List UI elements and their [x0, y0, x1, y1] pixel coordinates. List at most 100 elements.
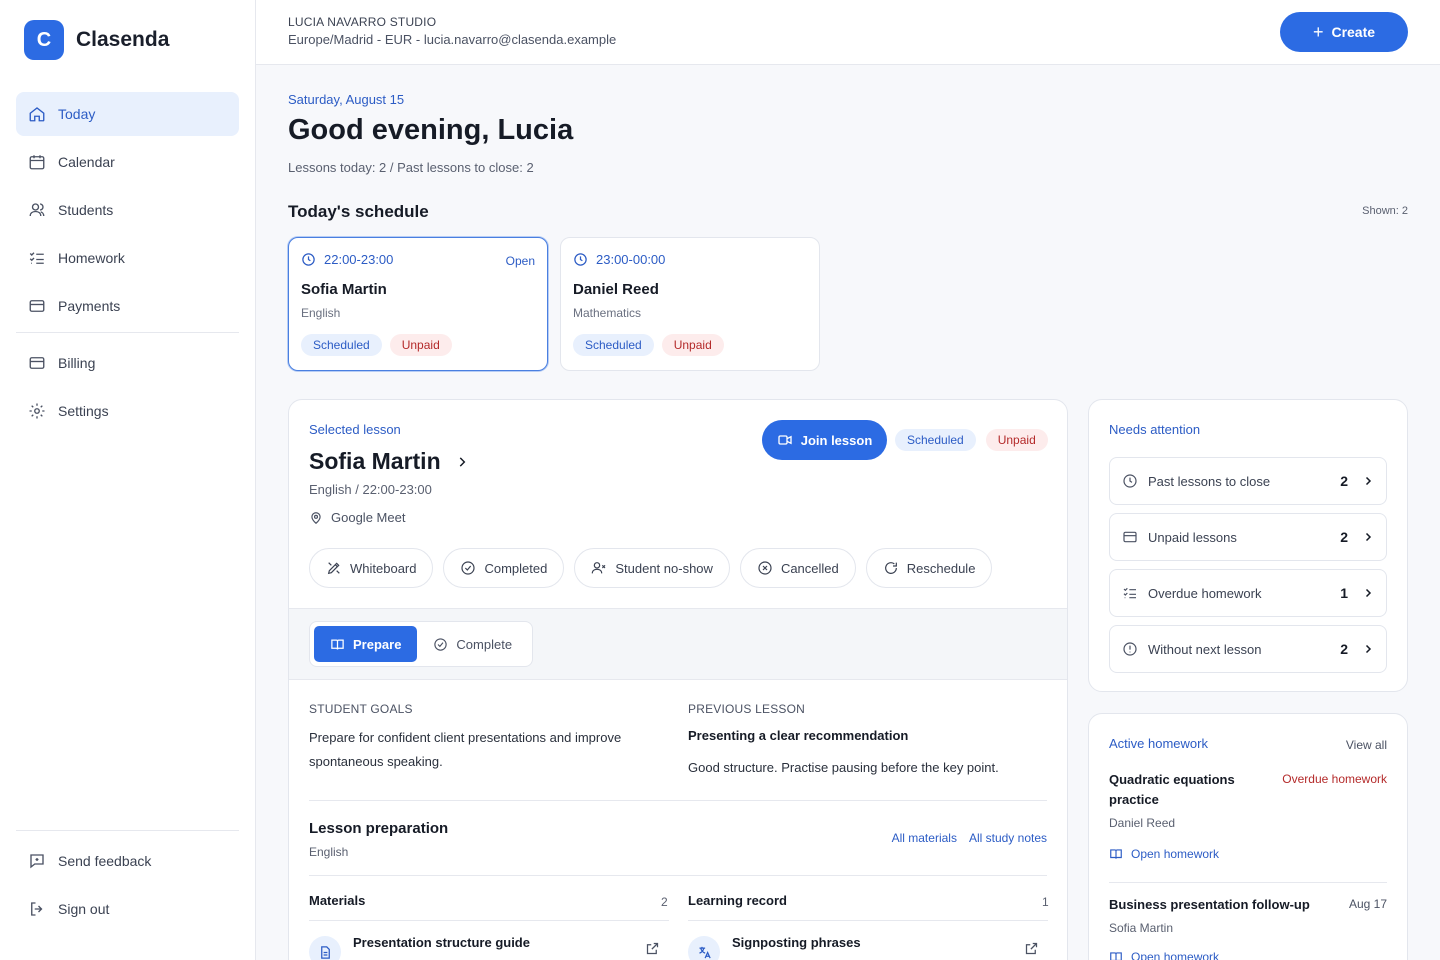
feedback-icon — [30, 854, 44, 869]
student-no-show-button[interactable]: Student no-show — [574, 548, 730, 588]
nav-label: Homework — [58, 250, 125, 266]
join-lesson-button[interactable]: Join lesson — [762, 420, 887, 460]
attention-unpaid-lessons[interactable]: Unpaid lessons 2 — [1109, 513, 1387, 561]
nav-item-payments[interactable]: Payments — [16, 284, 239, 328]
location-text: Google Meet — [331, 510, 406, 525]
time-text: 22:00-23:00 — [324, 252, 394, 267]
gear-icon — [29, 403, 45, 419]
all-materials-link[interactable]: All materials — [892, 831, 957, 845]
attention-overdue-homework[interactable]: Overdue homework 1 — [1109, 569, 1387, 617]
selected-student-link[interactable]: Sofia Martin — [309, 448, 469, 475]
open-homework-link[interactable]: Open homework — [1109, 847, 1219, 861]
homework-student: Sofia Martin — [1109, 921, 1174, 935]
selected-lesson-subtitle: English / 22:00-23:00 — [309, 482, 432, 497]
all-study-notes-link[interactable]: All study notes — [969, 831, 1047, 845]
completed-button[interactable]: Completed — [443, 548, 565, 588]
reschedule-button[interactable]: Reschedule — [865, 548, 993, 588]
selected-lesson-panel: Selected lesson Sofia Martin English / 2… — [288, 399, 1068, 960]
card-icon — [29, 300, 45, 312]
alert-circle-icon — [1123, 642, 1137, 656]
tabs-area: Prepare Complete — [289, 608, 1067, 680]
top-bar: LUCIA NAVARRO STUDIO Europe/Madrid - EUR… — [256, 0, 1440, 65]
book-icon — [1110, 952, 1122, 960]
open-homework-label: Open homework — [1131, 847, 1220, 861]
needs-attention-card: Needs attention Past lessons to close 2 … — [1088, 399, 1408, 692]
location-pin-icon — [311, 511, 321, 524]
book-icon — [331, 639, 344, 650]
view-all-link[interactable]: View all — [1346, 738, 1387, 752]
divider — [309, 920, 669, 921]
cancelled-button[interactable]: Cancelled — [739, 548, 856, 588]
create-button[interactable]: + Create — [1280, 12, 1408, 52]
attention-without-next-lesson[interactable]: Without next lesson 2 — [1109, 625, 1387, 673]
nav-item-students[interactable]: Students — [16, 188, 239, 232]
open-homework-link[interactable]: Open homework — [1109, 950, 1219, 960]
lesson-location: Google Meet — [309, 510, 405, 525]
preparation-links: All materials All study notes — [892, 831, 1047, 845]
payment-badge: Unpaid — [389, 334, 452, 356]
create-label: Create — [1331, 24, 1376, 40]
preparation-subject: English — [309, 845, 349, 859]
action-label: Cancelled — [780, 560, 839, 576]
divider — [1109, 882, 1387, 883]
lessons-summary: Lessons today: 2 / Past lessons to close… — [288, 160, 534, 175]
sidebar: C Clasenda Today Calendar Students Homew… — [0, 0, 256, 960]
whiteboard-button[interactable]: Whiteboard — [309, 548, 434, 588]
payment-badge: Unpaid — [985, 429, 1048, 451]
clock-icon — [574, 253, 587, 266]
nav-item-settings[interactable]: Settings — [16, 389, 239, 433]
learning-record-item[interactable]: Signposting phrases — [732, 935, 861, 950]
attention-count: 1 — [1340, 585, 1348, 601]
homework-title[interactable]: Business presentation follow-up — [1109, 895, 1310, 915]
chevron-right-icon — [459, 456, 465, 467]
app-logo[interactable]: C Clasenda — [24, 20, 169, 60]
material-item[interactable]: Presentation structure guide — [353, 935, 530, 950]
home-icon — [29, 107, 45, 122]
homework-due-date: Aug 17 — [1348, 897, 1387, 911]
studio-meta: Europe/Madrid - EUR - lucia.navarro@clas… — [288, 32, 617, 47]
learning-record-heading: Learning record — [688, 893, 787, 908]
tab-complete[interactable]: Complete — [417, 626, 528, 662]
action-label: Completed — [484, 560, 548, 576]
attention-count: 2 — [1340, 529, 1348, 545]
nav-item-sign-out[interactable]: Sign out — [16, 887, 239, 931]
users-icon — [29, 203, 45, 217]
check-circle-icon — [434, 637, 448, 651]
card-icon — [1123, 531, 1137, 543]
join-label: Join lesson — [800, 432, 873, 448]
nav-item-billing[interactable]: Billing — [16, 341, 239, 385]
attention-label: Without next lesson — [1148, 641, 1262, 657]
nav-item-homework[interactable]: Homework — [16, 236, 239, 280]
chevron-right-icon — [1365, 532, 1372, 542]
attention-label: Overdue homework — [1148, 585, 1262, 601]
tab-prepare[interactable]: Prepare — [314, 626, 418, 662]
nav-label: Students — [58, 202, 114, 218]
clock-icon — [302, 253, 315, 266]
external-link-icon[interactable] — [645, 941, 660, 956]
homework-status: Overdue homework — [1282, 772, 1387, 786]
schedule-card-sofia[interactable]: 22:00-23:00 Open Sofia Martin English Sc… — [288, 237, 548, 371]
document-icon-badge — [309, 936, 341, 960]
nav-label: Billing — [58, 355, 96, 371]
divider — [309, 800, 1047, 801]
nav-item-calendar[interactable]: Calendar — [16, 140, 239, 184]
selected-student-name: Sofia Martin — [309, 448, 441, 474]
nav-item-today[interactable]: Today — [16, 92, 239, 136]
learning-record-count: 1 — [1042, 895, 1049, 909]
materials-count: 2 — [661, 895, 668, 909]
schedule-card-daniel[interactable]: 23:00-00:00 Daniel Reed Mathematics Sche… — [560, 237, 820, 371]
schedule-subject: Mathematics — [573, 306, 642, 320]
homework-title[interactable]: Quadratic equations practice — [1109, 770, 1259, 810]
external-link-icon[interactable] — [1024, 941, 1039, 956]
tab-label: Prepare — [353, 636, 402, 652]
attention-past-lessons[interactable]: Past lessons to close 2 — [1109, 457, 1387, 505]
preparation-title: Lesson preparation — [309, 820, 449, 837]
footer-nav: Send feedback Sign out — [16, 830, 239, 935]
nav-label: Sign out — [58, 901, 110, 917]
attention-label: Unpaid lessons — [1148, 529, 1237, 545]
shown-count: Shown: 2 — [1362, 205, 1408, 217]
nav-item-send-feedback[interactable]: Send feedback — [16, 839, 239, 883]
main-content: LUCIA NAVARRO STUDIO Europe/Madrid - EUR… — [256, 0, 1440, 960]
previous-lesson-heading: PREVIOUS LESSON — [688, 702, 806, 716]
nav-label: Today — [58, 106, 96, 122]
